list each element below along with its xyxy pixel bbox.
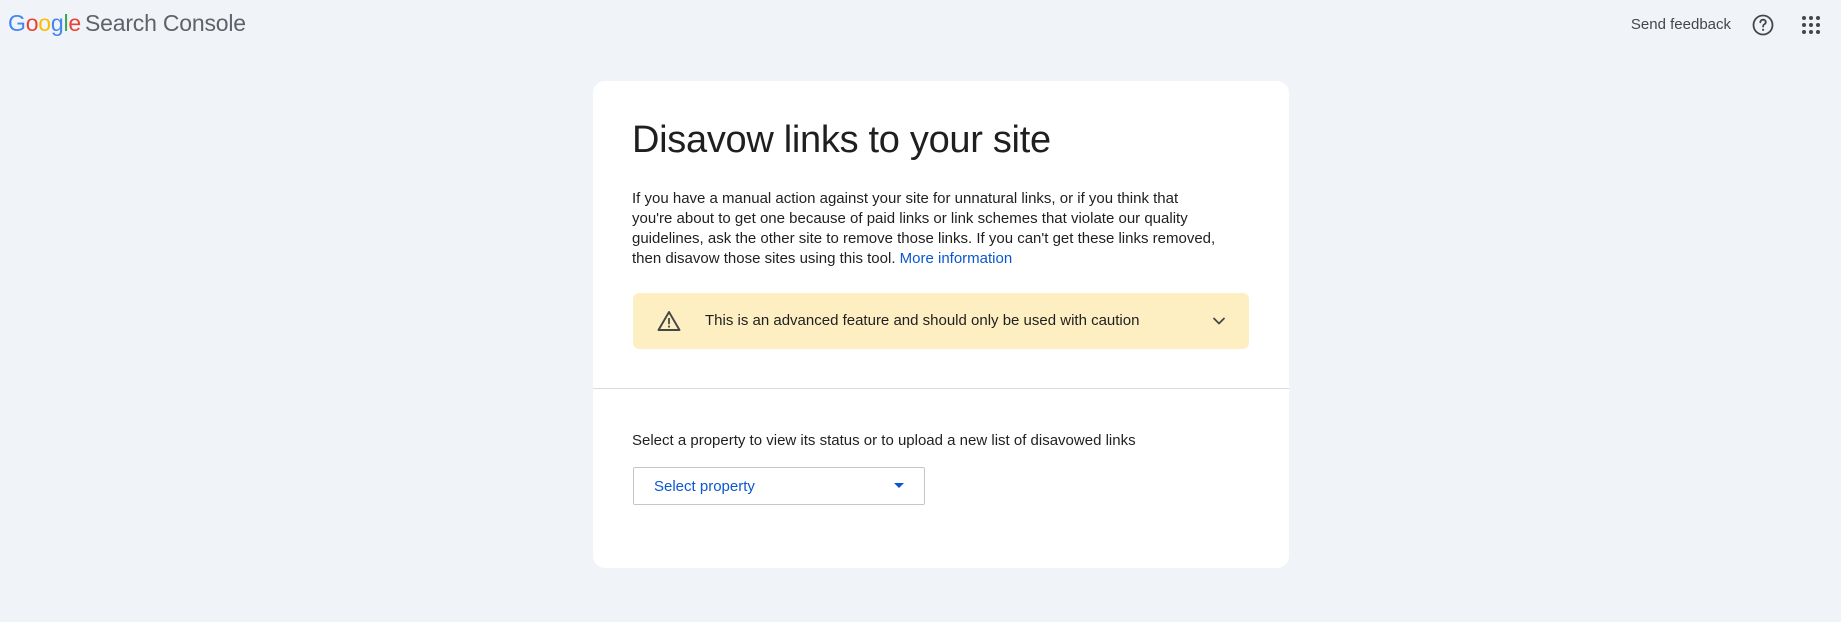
help-icon[interactable] — [1751, 13, 1775, 37]
chevron-down-icon[interactable] — [1209, 311, 1229, 331]
logo-letter: G — [8, 10, 26, 36]
warning-text: This is an advanced feature and should o… — [705, 312, 1140, 329]
logo-letter: e — [68, 10, 81, 36]
send-feedback-link[interactable]: Send feedback — [1631, 16, 1731, 33]
section-divider — [593, 388, 1289, 389]
warning-triangle-icon — [657, 310, 681, 332]
apps-grid-icon[interactable] — [1799, 13, 1823, 37]
page-title: Disavow links to your site — [632, 119, 1051, 161]
more-information-link[interactable]: More information — [900, 250, 1013, 267]
product-name: Search Console — [85, 10, 246, 36]
select-property-value: Select property — [654, 478, 755, 495]
description-text: If you have a manual action against your… — [632, 189, 1222, 269]
select-property-label: Select a property to view its status or … — [632, 432, 1136, 449]
logo-letter: g — [50, 10, 64, 36]
caution-warning-banner[interactable]: This is an advanced feature and should o… — [633, 293, 1249, 349]
logo-letter: o — [25, 10, 39, 36]
top-bar: Google Search Console Send feedback — [0, 0, 1841, 52]
logo-letter: o — [38, 10, 51, 36]
dropdown-caret-icon — [894, 483, 904, 488]
select-property-dropdown[interactable]: Select property — [633, 467, 925, 505]
google-search-console-logo[interactable]: Google Search Console — [8, 10, 246, 37]
disavow-card: Disavow links to your site If you have a… — [593, 81, 1289, 568]
